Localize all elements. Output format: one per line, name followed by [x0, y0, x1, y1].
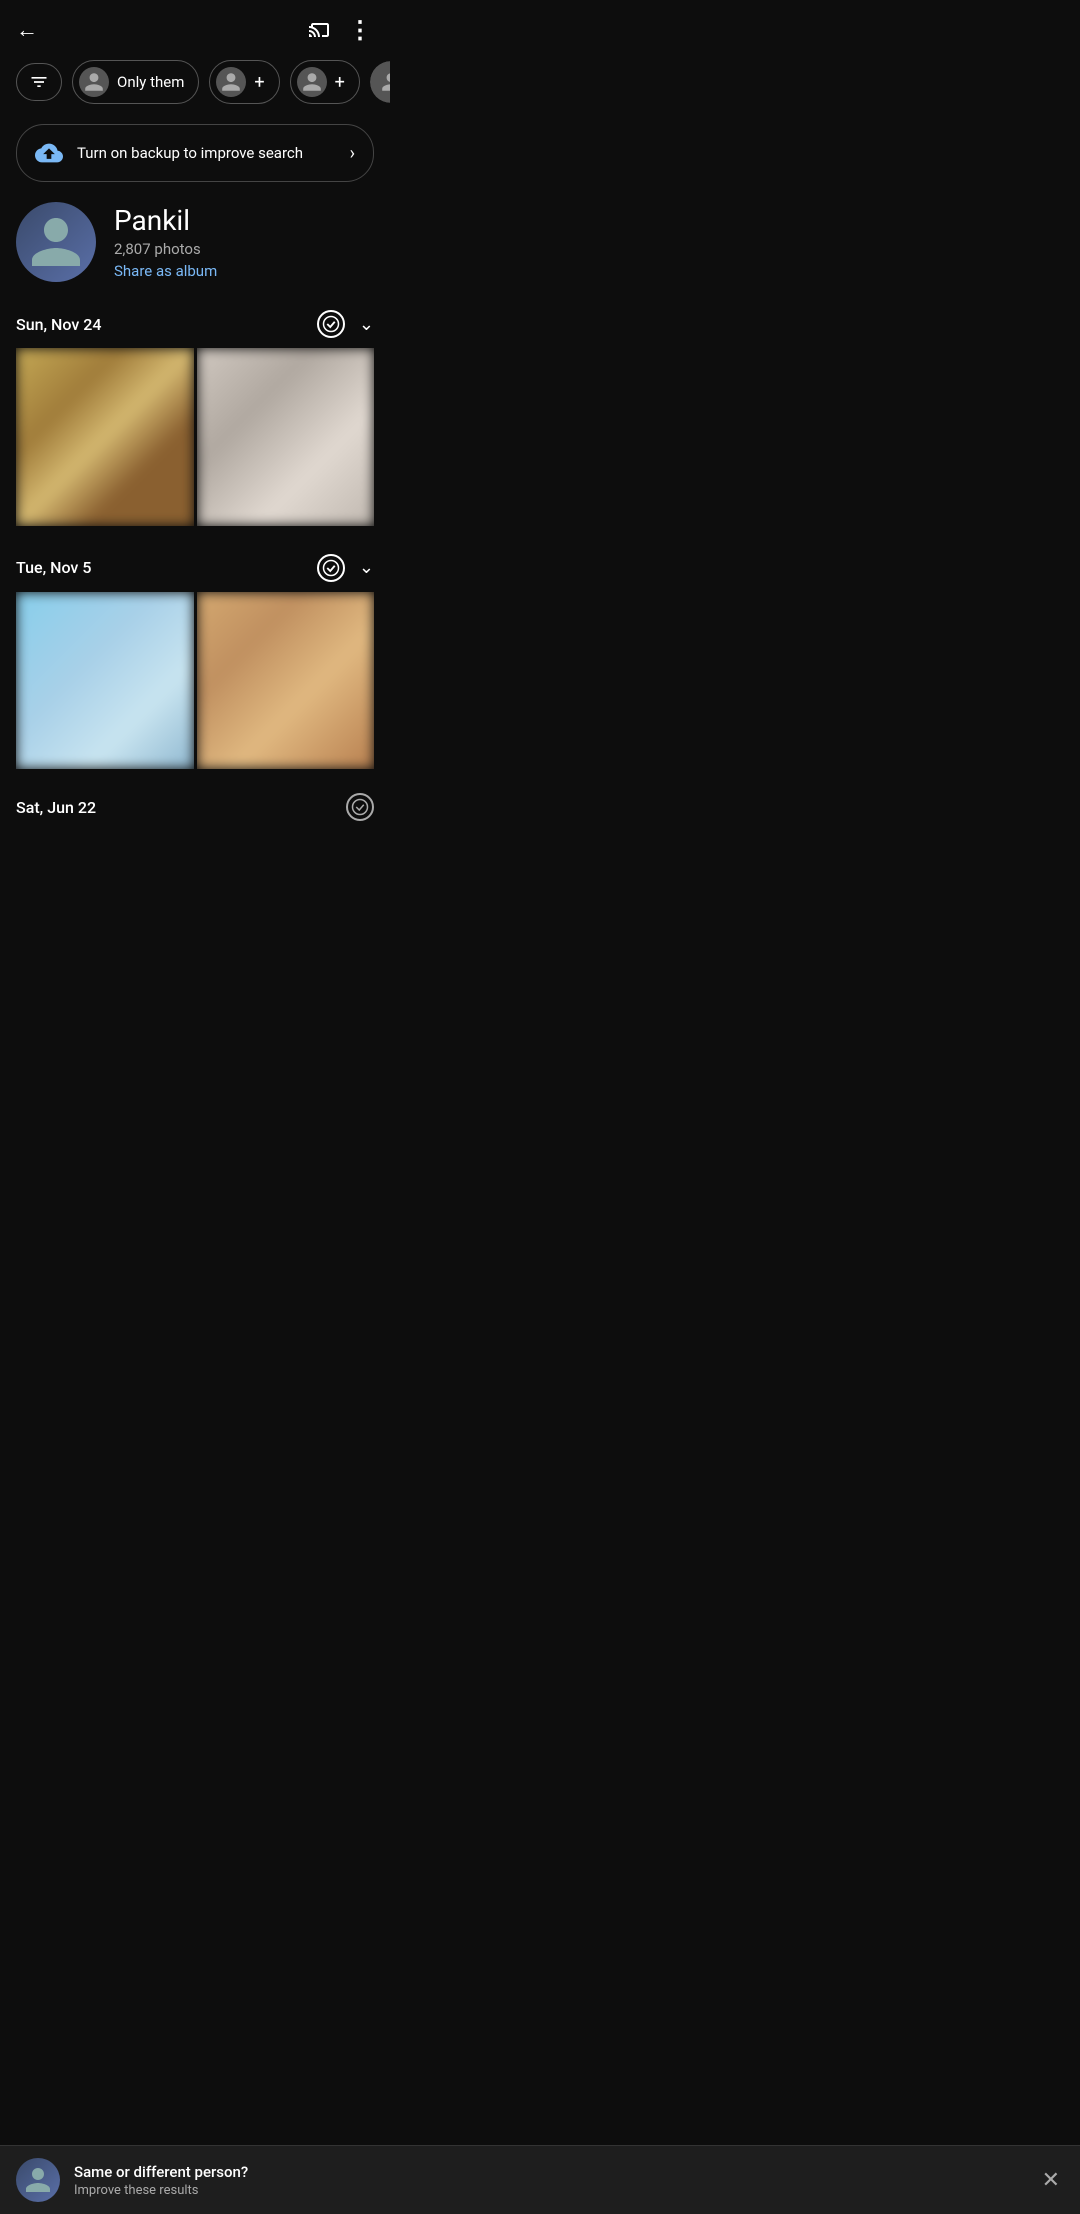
date-actions-tue-nov5: ⌄ [317, 554, 374, 582]
date-label-tue-nov5: Tue, Nov 5 [16, 558, 91, 577]
photo-tile-1[interactable] [16, 348, 194, 526]
filter-chip[interactable] [16, 63, 62, 101]
person1-avatar [79, 67, 109, 97]
suggestion-title: Same or different person? [74, 2163, 1024, 2181]
date-group-tue-nov5: Tue, Nov 5 ⌄ [0, 538, 390, 782]
cast-icon[interactable] [308, 16, 332, 44]
only-them-chip[interactable]: Only them [72, 60, 199, 104]
date-check-tue-nov5[interactable] [317, 554, 345, 582]
backup-text: Turn on backup to improve search [77, 144, 336, 162]
suggestion-text: Same or different person? Improve these … [74, 2163, 1024, 2198]
photo-image-4 [197, 592, 375, 770]
suggestion-close-button[interactable]: ✕ [1038, 2164, 1064, 2197]
back-button[interactable]: ← [16, 17, 38, 43]
chips-row: Only them + + [0, 52, 390, 116]
date-check-sun-nov24[interactable] [317, 310, 345, 338]
date-chevron-tue-nov5[interactable]: ⌄ [359, 557, 374, 578]
date-group-sun-nov24: Sun, Nov 24 ⌄ [0, 302, 390, 538]
header-right: ⋮ [308, 16, 374, 44]
person2-avatar [216, 67, 246, 97]
backup-banner[interactable]: Turn on backup to improve search › [16, 124, 374, 182]
date-header-sun-nov24: Sun, Nov 24 ⌄ [16, 302, 374, 348]
date-actions-sun-nov24: ⌄ [317, 310, 374, 338]
photo-image-3 [16, 592, 194, 770]
suggestion-subtitle: Improve these results [74, 2183, 1024, 2198]
photo-tile-2[interactable] [197, 348, 375, 526]
header: ← ⋮ [0, 0, 390, 52]
person4-chip[interactable] [370, 61, 390, 103]
suggestion-avatar [16, 2158, 60, 2202]
person-photo-count: 2,807 photos [114, 240, 217, 258]
photo-tile-3[interactable] [16, 592, 194, 770]
date-chevron-sun-nov24[interactable]: ⌄ [359, 314, 374, 335]
date-actions-sat-jun22 [346, 793, 374, 821]
person-info: Pankil 2,807 photos Share as album [114, 204, 217, 280]
backup-arrow-icon: › [350, 143, 355, 164]
header-left: ← [16, 17, 38, 43]
person3-avatar [297, 67, 327, 97]
person2-plus: + [254, 72, 264, 93]
person2-chip[interactable]: + [209, 60, 279, 104]
date-header-tue-nov5: Tue, Nov 5 ⌄ [16, 546, 374, 592]
person-name: Pankil [114, 204, 217, 238]
photo-grid-sun-nov24 [16, 348, 374, 530]
date-group-sat-jun22: Sat, Jun 22 [0, 781, 390, 829]
photo-image-2 [197, 348, 375, 526]
date-label-sun-nov24: Sun, Nov 24 [16, 315, 101, 334]
person3-plus: + [335, 72, 345, 93]
share-album-link[interactable]: Share as album [114, 262, 217, 280]
more-options-icon[interactable]: ⋮ [348, 16, 374, 44]
backup-icon [35, 139, 63, 167]
person-profile: Pankil 2,807 photos Share as album [0, 198, 390, 302]
date-check-sat-jun22[interactable] [346, 793, 374, 821]
person4-avatar [370, 61, 390, 103]
person3-chip[interactable]: + [290, 60, 360, 104]
photo-tile-4[interactable] [197, 592, 375, 770]
person-avatar-large [16, 202, 96, 282]
only-them-label: Only them [117, 73, 184, 91]
photo-grid-tue-nov5 [16, 592, 374, 774]
photo-image-1 [16, 348, 194, 526]
date-header-sat-jun22: Sat, Jun 22 [16, 781, 374, 829]
date-label-sat-jun22: Sat, Jun 22 [16, 798, 96, 817]
suggestion-banner: Same or different person? Improve these … [0, 2145, 1080, 2214]
